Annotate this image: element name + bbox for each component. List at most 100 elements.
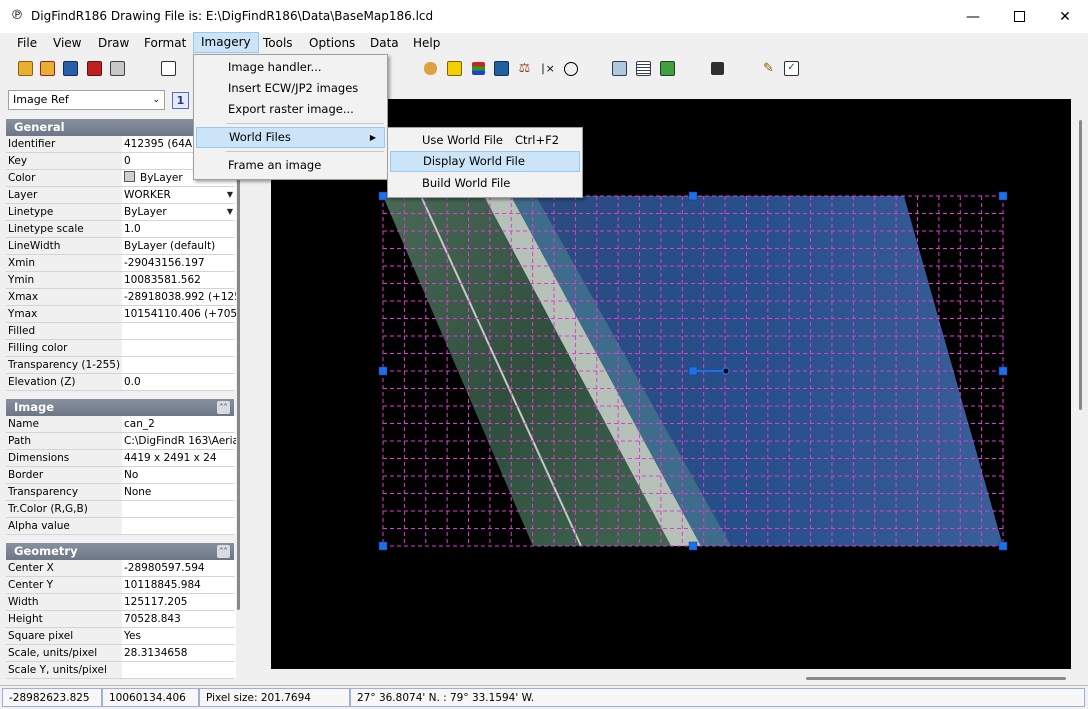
menu-use-world-file[interactable]: Use World File Ctrl+F2: [390, 130, 580, 151]
menu-export-raster[interactable]: Export raster image...: [196, 99, 385, 120]
handle-top-center[interactable]: [688, 191, 698, 201]
menu-tools[interactable]: Tools: [256, 33, 300, 54]
layers-button[interactable]: [470, 60, 487, 77]
menu-shortcut: Ctrl+F2: [515, 133, 560, 147]
menu-view[interactable]: View: [46, 33, 88, 54]
collapse-section-icon[interactable]: ˄˄: [217, 545, 230, 558]
menu-build-world-file[interactable]: Build World File: [390, 173, 580, 194]
dropdown-arrow-icon[interactable]: ▼: [227, 204, 233, 220]
property-value[interactable]: [122, 357, 236, 373]
print-button[interactable]: [109, 60, 126, 77]
scrollbar-thumb[interactable]: [237, 120, 240, 610]
property-value[interactable]: 0.0: [122, 374, 236, 390]
property-value[interactable]: [122, 323, 236, 339]
minimize-button[interactable]: —: [950, 0, 996, 33]
property-value[interactable]: 1.0: [122, 221, 236, 237]
property-value[interactable]: [122, 340, 236, 356]
property-value[interactable]: [122, 518, 236, 534]
checklist-button[interactable]: ✓: [783, 60, 800, 77]
menu-image-handler[interactable]: Image handler...: [196, 57, 385, 78]
property-value[interactable]: ByLayer (default): [122, 238, 236, 254]
property-value[interactable]: 10118845.984: [122, 577, 236, 593]
section-header-geometry[interactable]: Geometry ˄˄: [6, 543, 234, 560]
property-value[interactable]: 4419 x 2491 x 24: [122, 450, 236, 466]
compass-button[interactable]: [562, 60, 579, 77]
hand-tool-button[interactable]: [422, 60, 439, 77]
property-value[interactable]: ByLayer ▼: [122, 204, 236, 220]
save-as-button[interactable]: [86, 60, 103, 77]
pencil-button[interactable]: ✎: [760, 60, 777, 77]
property-name: Layer: [6, 187, 124, 203]
property-value[interactable]: [122, 501, 236, 517]
property-value[interactable]: WORKER ▼: [122, 187, 236, 203]
handle-bottom-right[interactable]: [998, 541, 1008, 551]
grid-tool-button[interactable]: [493, 60, 510, 77]
canvas-vertical-scrollbar[interactable]: [1079, 120, 1082, 410]
menu-options[interactable]: Options: [302, 33, 362, 54]
menu-insert-ecw-jp2[interactable]: Insert ECW/JP2 images: [196, 78, 385, 99]
close-button[interactable]: ✕: [1042, 0, 1088, 33]
balance-button[interactable]: ⚖: [516, 60, 533, 77]
open-recent-button[interactable]: [39, 60, 56, 77]
property-value[interactable]: 70528.843: [122, 611, 236, 627]
menu-data[interactable]: Data: [363, 33, 406, 54]
property-value-text: -29043156.197: [124, 257, 205, 269]
dropdown-arrow-icon[interactable]: ▼: [227, 187, 233, 203]
property-value[interactable]: 10154110.406 (+70528: [122, 306, 236, 322]
camera-button[interactable]: [709, 60, 726, 77]
open-folder-button[interactable]: [17, 60, 34, 77]
property-value[interactable]: -28918038.992 (+1251: [122, 289, 236, 305]
property-value[interactable]: 28.3134658: [122, 645, 236, 661]
section-header-image[interactable]: Image ˄˄: [6, 399, 234, 416]
world-files-submenu: Use World File Ctrl+F2 Display World Fil…: [387, 127, 583, 198]
property-value[interactable]: 10083581.562: [122, 272, 236, 288]
panel-button[interactable]: 1: [172, 92, 189, 109]
database-button[interactable]: [659, 60, 676, 77]
status-y-coordinate: 10060134.406: [102, 688, 199, 707]
menu-world-files[interactable]: World Files ▶: [196, 127, 385, 148]
property-name: Height: [6, 611, 124, 627]
handle-bottom-center[interactable]: [688, 541, 698, 551]
properties-scrollbar[interactable]: [236, 120, 243, 680]
handle-top-left[interactable]: [378, 191, 388, 201]
handle-middle-left[interactable]: [378, 366, 388, 376]
save-button[interactable]: [62, 60, 79, 77]
collapse-section-icon[interactable]: ˄˄: [217, 401, 230, 414]
property-name: Identifier: [6, 136, 124, 152]
copy-button[interactable]: [160, 60, 177, 77]
database-icon: [660, 61, 675, 76]
handle-top-right[interactable]: [998, 191, 1008, 201]
table-button[interactable]: [635, 60, 652, 77]
property-value-text: ByLayer (default): [124, 240, 216, 252]
menu-imagery[interactable]: Imagery: [193, 32, 259, 53]
property-value[interactable]: No: [122, 467, 236, 483]
property-value[interactable]: -28980597.594: [122, 560, 236, 576]
handle-bottom-left[interactable]: [378, 541, 388, 551]
property-value[interactable]: Yes: [122, 628, 236, 644]
property-value[interactable]: None: [122, 484, 236, 500]
menu-frame-image[interactable]: Frame an image: [196, 155, 385, 176]
property-value[interactable]: can_2: [122, 416, 236, 432]
rotation-handle[interactable]: [722, 367, 730, 375]
menu-help[interactable]: Help: [406, 33, 447, 54]
property-value-text: None: [124, 486, 152, 498]
property-value[interactable]: 125117.205: [122, 594, 236, 610]
property-row: Center Y 10118845.984: [6, 577, 236, 594]
property-value[interactable]: [122, 662, 236, 678]
align-tool-button[interactable]: [446, 60, 463, 77]
menu-draw[interactable]: Draw: [91, 33, 136, 54]
axis-button[interactable]: ∣×: [539, 60, 556, 77]
menu-display-world-file[interactable]: Display World File: [390, 151, 580, 172]
properties-button[interactable]: [611, 60, 628, 77]
handle-middle-right[interactable]: [998, 366, 1008, 376]
property-name: Center X: [6, 560, 124, 576]
maximize-button[interactable]: [996, 0, 1042, 33]
canvas-horizontal-scrollbar[interactable]: [806, 677, 1066, 680]
property-row: Linetype ByLayer ▼: [6, 204, 236, 221]
property-value[interactable]: C:\DigFindR 163\Aerial: [122, 433, 236, 449]
property-value[interactable]: -29043156.197: [122, 255, 236, 271]
color-swatch: [124, 171, 135, 182]
entity-type-select[interactable]: Image Ref ⌄: [8, 90, 165, 110]
menu-format[interactable]: Format: [137, 33, 193, 54]
menu-file[interactable]: File: [10, 33, 44, 54]
